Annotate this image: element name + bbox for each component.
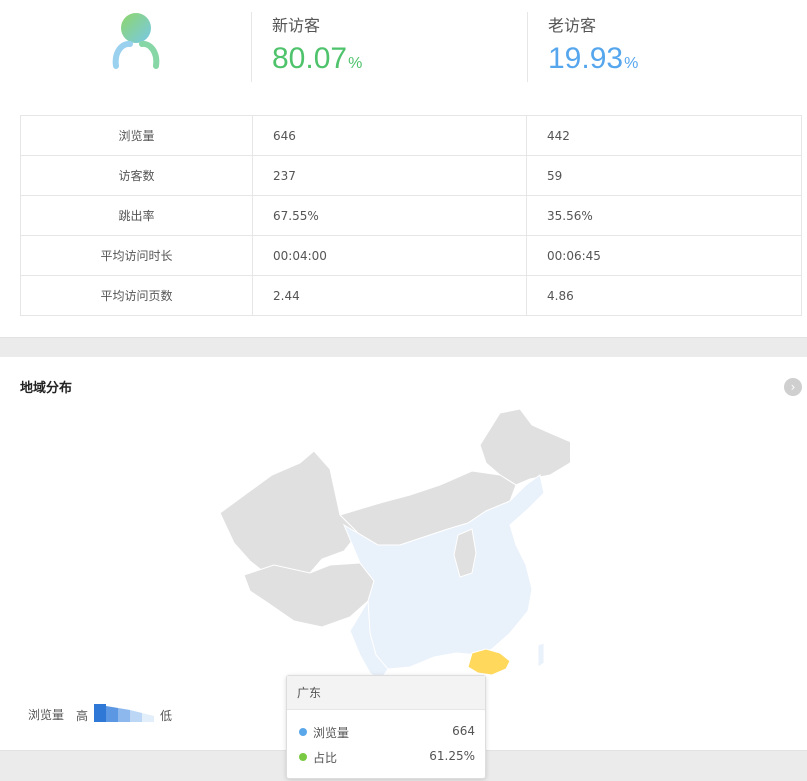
- map-region-guangdong[interactable]: [467, 648, 511, 676]
- series-dot-icon: [299, 753, 307, 761]
- geo-section-title: 地域分布: [20, 381, 73, 396]
- old-visitor-value: 19.93%: [548, 42, 638, 76]
- new-visitor-metric: 新访客 80.07%: [272, 12, 362, 76]
- tooltip-row-name: 占比: [313, 751, 338, 765]
- new-visitor-value: 80.07%: [272, 42, 362, 76]
- new-visitor-cell: 2.44: [252, 275, 527, 316]
- new-visitor-percent: 80.07: [272, 42, 348, 75]
- row-name: 平均访问页数: [20, 275, 253, 316]
- tooltip-row-name: 浏览量: [313, 726, 350, 740]
- tooltip-row: 浏览量 664: [297, 724, 475, 740]
- old-visitor-cell: 35.56%: [526, 195, 802, 236]
- visitor-avatar-icon: [112, 13, 160, 69]
- new-visitor-cell: 237: [252, 155, 527, 196]
- chevron-right-icon: ›: [790, 380, 796, 394]
- old-visitor-cell: 442: [526, 115, 802, 156]
- new-visitor-cell: 67.55%: [252, 195, 527, 236]
- china-map[interactable]: [210, 405, 570, 705]
- old-visitor-label: 老访客: [548, 16, 597, 35]
- new-visitor-unit: %: [348, 55, 363, 72]
- stats-divider: [251, 12, 252, 82]
- table-row: 跳出率 67.55% 35.56%: [20, 195, 802, 236]
- new-visitor-label: 新访客: [272, 16, 321, 35]
- map-tooltip: 广东 浏览量 664 占比 61.25%: [286, 675, 486, 779]
- table-row: 浏览量 646 442: [20, 115, 802, 156]
- row-name: 平均访问时长: [20, 235, 253, 276]
- new-visitor-cell: 646: [252, 115, 527, 156]
- old-visitor-percent: 19.93: [548, 42, 624, 75]
- legend-high-label: 高: [76, 709, 89, 723]
- row-name: 跳出率: [20, 195, 253, 236]
- table-row: 平均访问页数 2.44 4.86: [20, 275, 802, 316]
- row-name: 访客数: [20, 155, 253, 196]
- table-row: 平均访问时长 00:04:00 00:06:45: [20, 235, 802, 276]
- tooltip-row-value: 61.25%: [429, 749, 475, 763]
- tooltip-row: 占比 61.25%: [297, 749, 475, 765]
- map-region-southwest-grey[interactable]: [243, 562, 375, 628]
- old-visitor-cell: 00:06:45: [526, 235, 802, 276]
- legend-title: 浏览量: [28, 708, 65, 722]
- visitor-compare-table: 浏览量 646 442 访客数 237 59 跳出率 67.55% 35.56%…: [20, 115, 802, 316]
- old-visitor-metric: 老访客 19.93%: [548, 12, 638, 76]
- map-region-west[interactable]: [219, 450, 359, 578]
- tooltip-row-value: 664: [452, 724, 475, 738]
- visitor-stats: 新访客 80.07% 老访客 19.93%: [0, 0, 807, 100]
- series-dot-icon: [299, 728, 307, 736]
- tooltip-region: 广东: [287, 676, 485, 710]
- table-row: 访客数 237 59: [20, 155, 802, 196]
- new-visitor-cell: 00:04:00: [252, 235, 527, 276]
- row-name: 浏览量: [20, 115, 253, 156]
- legend-low-label: 低: [160, 709, 173, 723]
- geo-more-button[interactable]: ›: [784, 378, 802, 396]
- section-divider: [0, 337, 807, 357]
- map-region-taiwan[interactable]: [537, 642, 545, 668]
- stats-divider: [527, 12, 528, 82]
- legend-gradient[interactable]: [94, 704, 154, 722]
- old-visitor-cell: 4.86: [526, 275, 802, 316]
- old-visitor-cell: 59: [526, 155, 802, 196]
- old-visitor-unit: %: [624, 55, 639, 72]
